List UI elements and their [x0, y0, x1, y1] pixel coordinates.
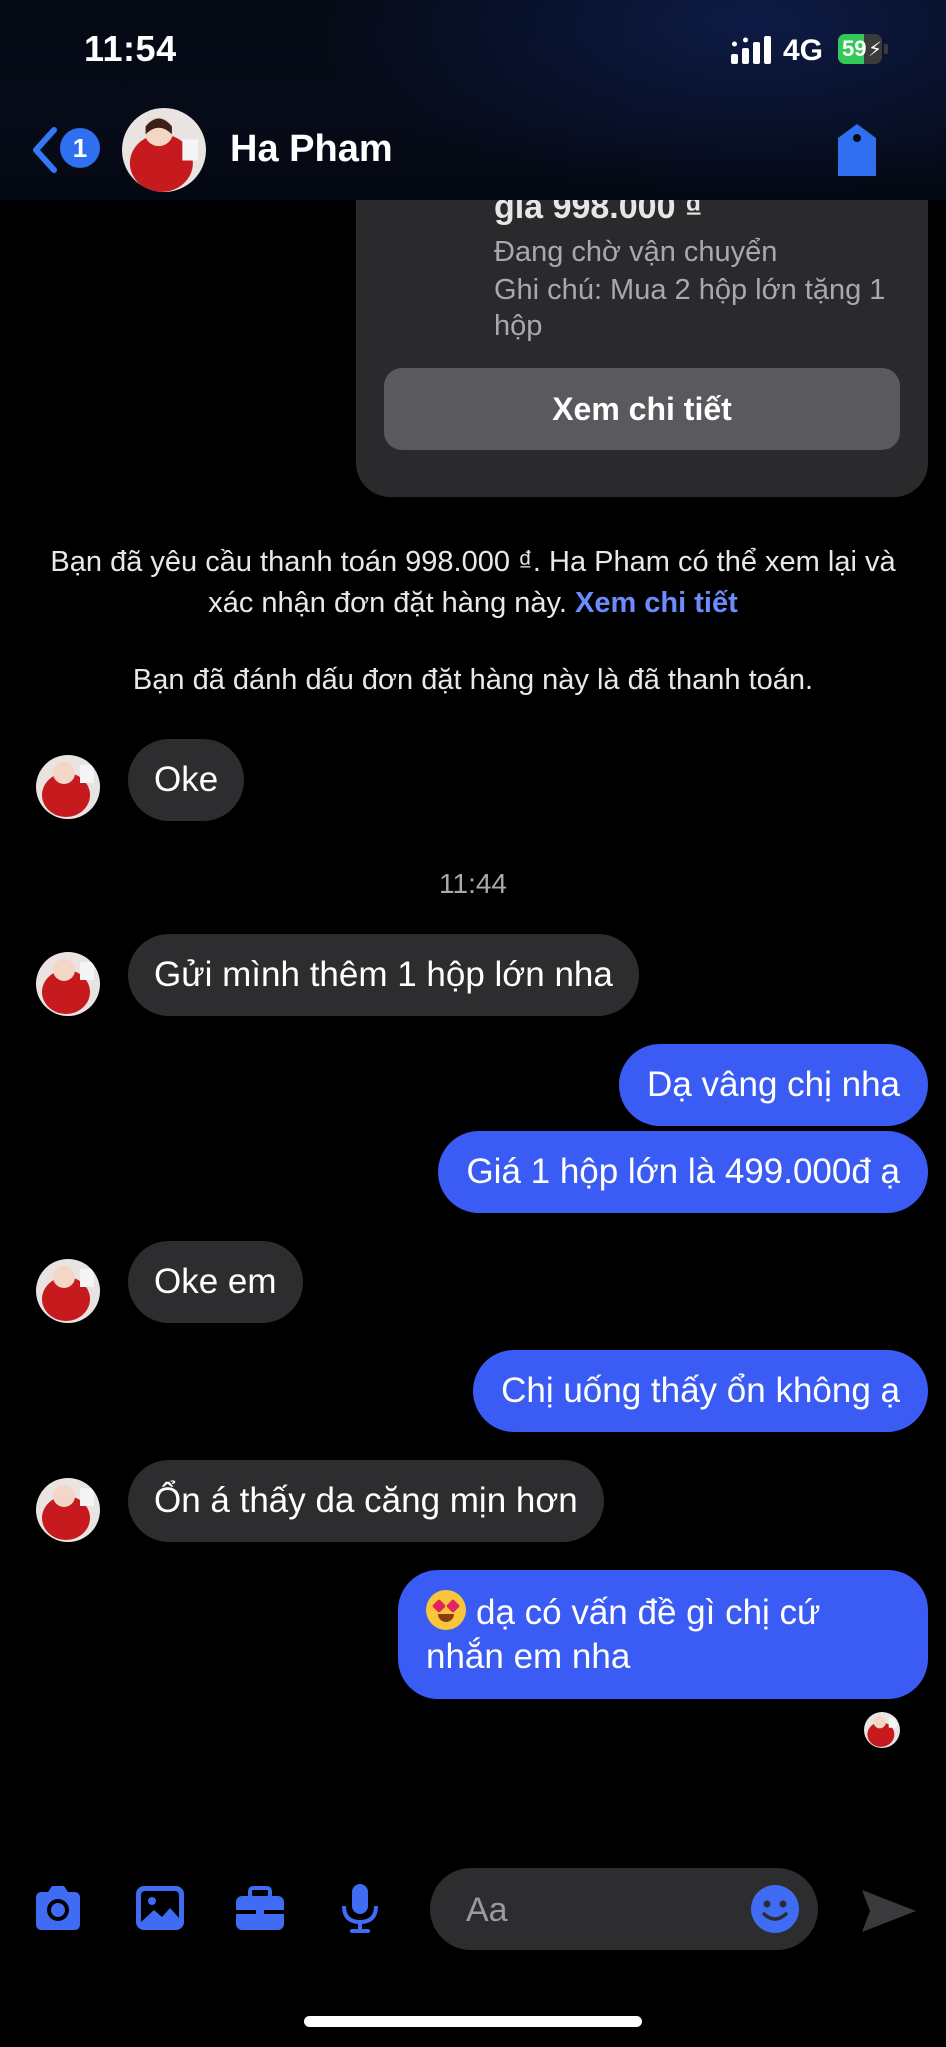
time-separator: 11:44 — [439, 868, 507, 899]
order-shipping-status: Đang chờ vận chuyển — [494, 236, 778, 268]
outgoing-message[interactable]: Dạ vâng chị nha — [619, 1044, 928, 1126]
incoming-message[interactable]: Ổn á thấy da căng mịn hơn — [128, 1460, 604, 1542]
battery-level: 59 — [842, 36, 867, 61]
briefcase-icon[interactable] — [232, 1880, 288, 1936]
image-icon[interactable] — [132, 1880, 188, 1936]
outgoing-message[interactable]: Giá 1 hộp lớn là 499.000đ ạ — [438, 1131, 928, 1213]
avatar[interactable] — [36, 952, 100, 1016]
home-indicator — [304, 2016, 642, 2027]
smiley-icon[interactable] — [750, 1884, 800, 1934]
avatar[interactable] — [36, 1259, 100, 1323]
messenger-chat-screen: giá 998.000 ₫ Đang chờ vận chuyển Ghi ch… — [0, 0, 946, 2047]
composer-bar — [0, 1850, 946, 2047]
chevron-left-icon[interactable] — [30, 126, 60, 174]
charging-bolt-icon: ⚡ — [868, 39, 883, 61]
payment-details-link[interactable]: Xem chi tiết — [575, 587, 738, 619]
avatar[interactable] — [36, 755, 100, 819]
incoming-message[interactable]: Oke em — [128, 1241, 303, 1323]
payment-request-notice: Bạn đã yêu cầu thanh toán 998.000 ₫. Ha … — [30, 542, 916, 624]
microphone-icon[interactable] — [332, 1880, 388, 1936]
tag-icon[interactable] — [834, 122, 880, 178]
message-composer[interactable] — [430, 1868, 818, 1952]
message-input[interactable] — [464, 1868, 718, 1952]
incoming-message[interactable]: Gửi mình thêm 1 hộp lớn nha — [128, 934, 639, 1016]
chat-thread[interactable]: giá 998.000 ₫ Đang chờ vận chuyển Ghi ch… — [0, 0, 946, 1850]
avatar[interactable] — [36, 1478, 100, 1542]
outgoing-message[interactable]: Chị uống thấy ổn không ạ — [473, 1350, 928, 1432]
status-time: 11:54 — [84, 28, 177, 69]
order-card: giá 998.000 ₫ Đang chờ vận chuyển Ghi ch… — [356, 110, 928, 497]
camera-icon[interactable] — [30, 1880, 86, 1936]
battery-icon: 59 ⚡ — [838, 34, 888, 64]
outgoing-message[interactable]: dạ có vấn đề gì chị cứ nhắn em nha — [398, 1570, 928, 1699]
contact-avatar[interactable] — [122, 108, 206, 192]
signal-icon — [731, 36, 771, 64]
payment-request-text: Bạn đã yêu cầu thanh toán 998.000 ₫. Ha … — [50, 546, 896, 619]
outgoing-message-text: dạ có vấn đề gì chị cứ nhắn em nha — [426, 1593, 821, 1676]
send-icon[interactable] — [860, 1886, 918, 1936]
view-details-button[interactable]: Xem chi tiết — [384, 368, 900, 450]
contact-name[interactable]: Ha Pham — [230, 128, 393, 171]
incoming-message[interactable]: Oke — [128, 739, 245, 821]
status-bar: 11:54 4G 59 ⚡ — [0, 0, 946, 100]
heart-eyes-emoji — [426, 1590, 466, 1630]
network-type: 4G — [783, 34, 824, 67]
seen-indicator-avatar — [864, 1712, 900, 1748]
order-note: Ghi chú: Mua 2 hộp lớn tặng 1 hộp — [494, 274, 886, 342]
unread-count-badge[interactable]: 1 — [60, 128, 100, 168]
marked-paid-notice: Bạn đã đánh dấu đơn đặt hàng này là đã t… — [132, 664, 814, 696]
